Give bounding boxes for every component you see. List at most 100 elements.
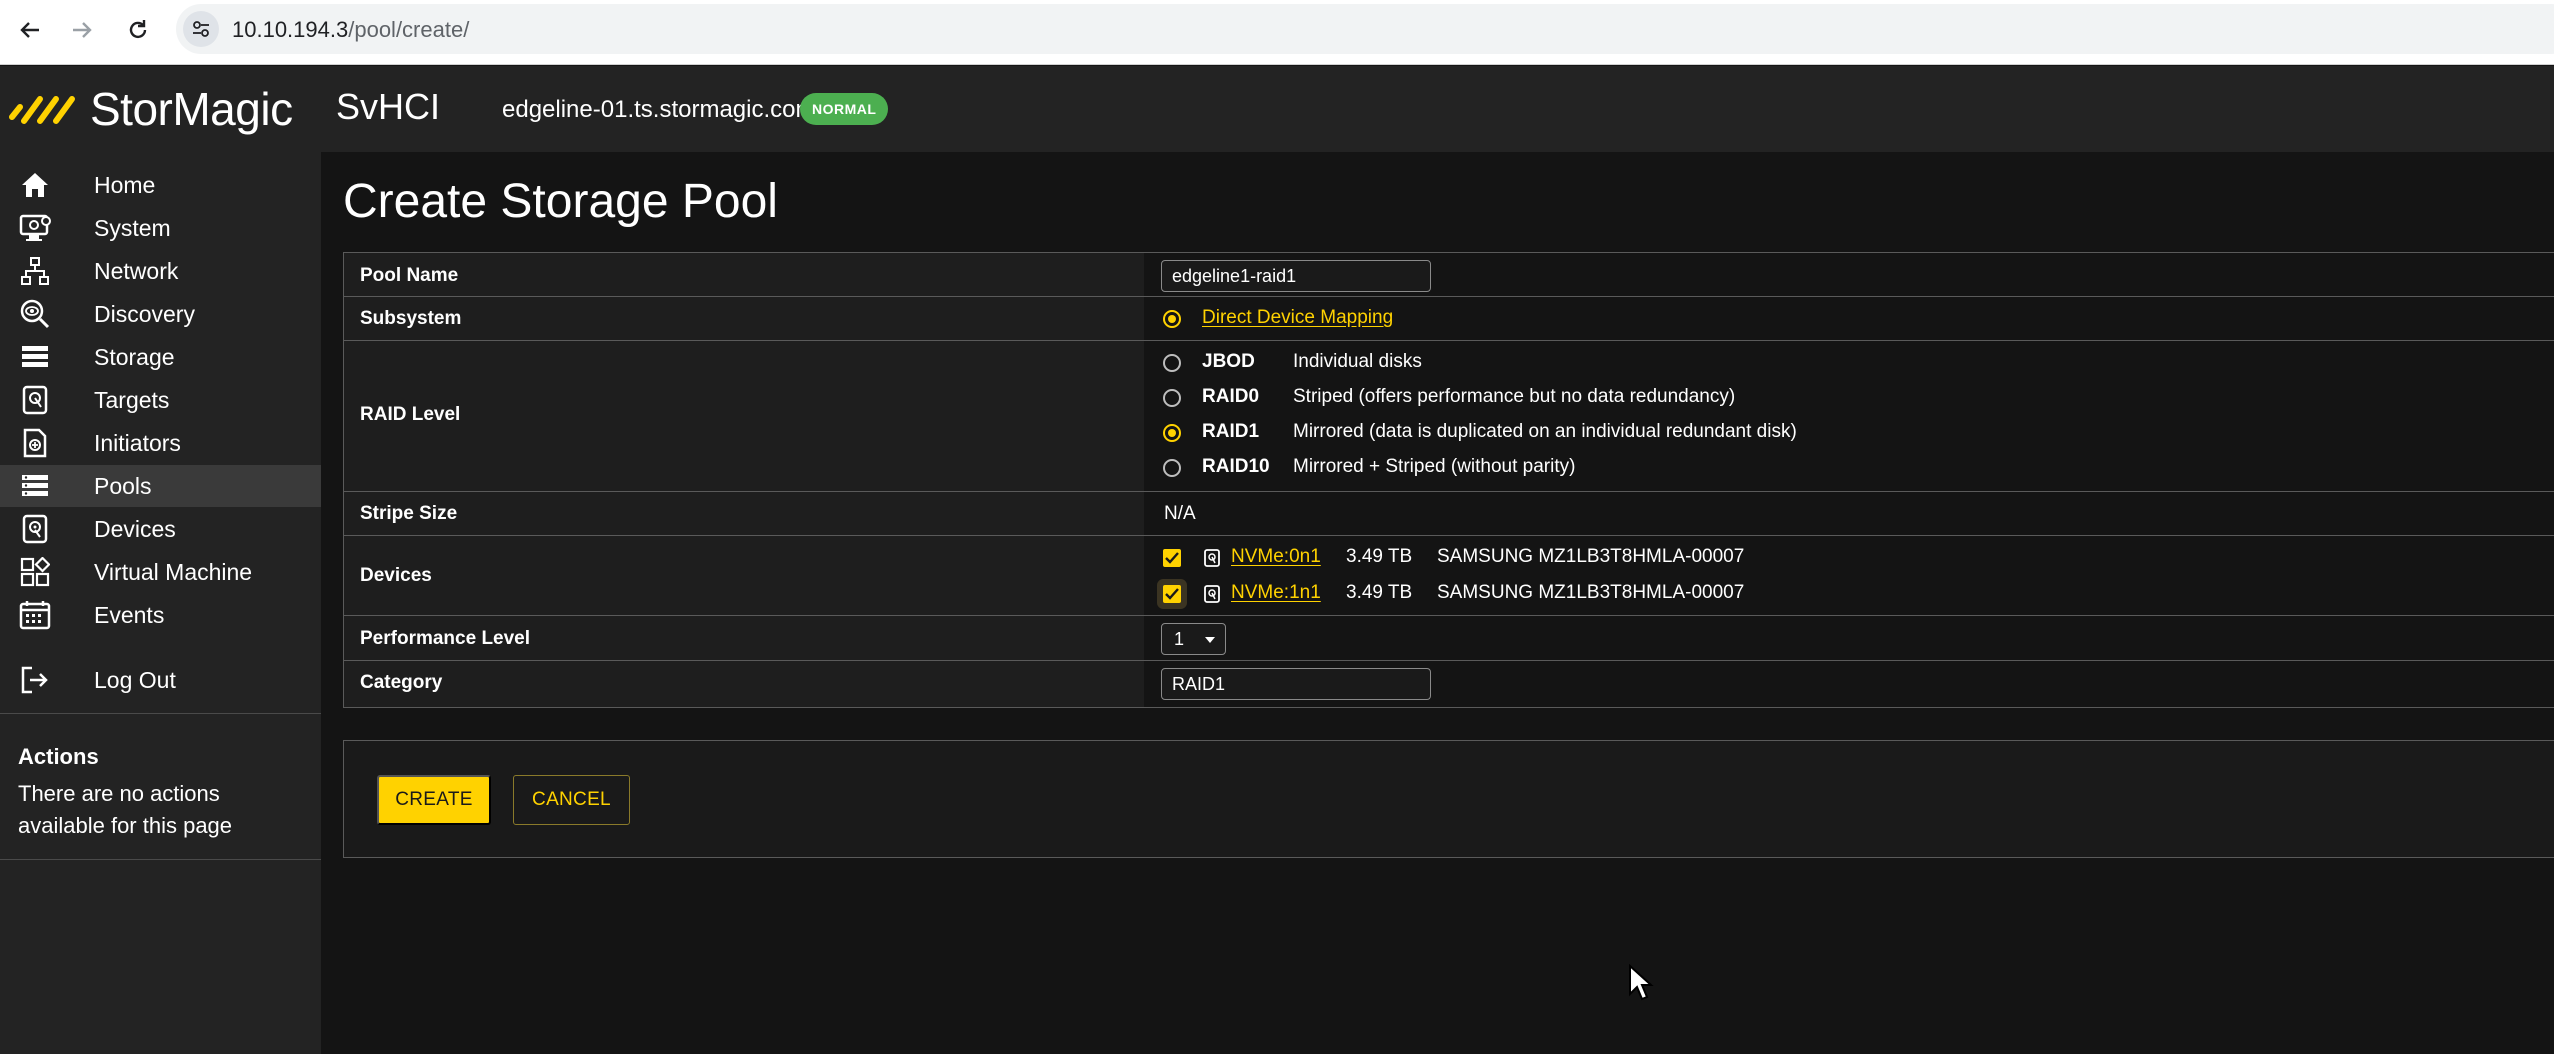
chevron-down-icon: [1205, 637, 1215, 643]
raid-radio-jbod[interactable]: [1163, 354, 1181, 372]
stripe-size-label: Stripe Size: [360, 503, 458, 524]
performance-level-select[interactable]: 1: [1161, 623, 1226, 655]
cancel-button[interactable]: CANCEL: [513, 775, 630, 825]
devices-label: Devices: [360, 565, 432, 586]
home-icon: [18, 168, 52, 202]
initiators-icon: [18, 426, 52, 460]
sidebar-item-label: Virtual Machine: [94, 558, 253, 585]
sidebar-item-virtual-machine[interactable]: Virtual Machine: [0, 551, 321, 593]
disk-icon: [1204, 549, 1220, 567]
sidebar-item-label: Devices: [94, 515, 176, 542]
sidebar-item-label: Pools: [94, 472, 152, 499]
pool-name-label: Pool Name: [360, 265, 459, 286]
sidebar-divider: [0, 859, 321, 860]
raid-level-label: RAID Level: [360, 404, 461, 425]
system-icon: [18, 211, 52, 245]
reload-icon: [129, 20, 147, 39]
label-cell: [344, 253, 1144, 296]
performance-label: Performance Level: [360, 628, 531, 649]
device-link-1[interactable]: NVMe:1n1: [1231, 582, 1321, 604]
sidebar-item-home[interactable]: Home: [0, 164, 321, 206]
sidebar-item-label: Network: [94, 257, 179, 284]
subsystem-option-link[interactable]: Direct Device Mapping: [1202, 307, 1393, 329]
raid-radio-raid10[interactable]: [1163, 459, 1181, 477]
pool-name-input[interactable]: [1161, 260, 1431, 292]
pools-icon: [18, 469, 52, 503]
raid-code-raid0: RAID0: [1202, 386, 1260, 407]
network-icon: [18, 254, 52, 288]
sidebar-item-storage[interactable]: Storage: [0, 336, 321, 378]
value-cell: [1144, 492, 2554, 535]
app-header: StorMagic SvHCI edgeline-01.ts.stormagic…: [0, 66, 2554, 152]
logo-mark-icon: [9, 96, 75, 124]
check-icon: [1165, 588, 1179, 600]
stormagic-logo[interactable]: StorMagic: [8, 83, 293, 135]
sidebar: Home System Network Discovery Storage Ta…: [0, 152, 321, 1054]
raid-desc-jbod: Individual disks: [1293, 351, 1422, 372]
virtual-machine-icon: [18, 555, 52, 589]
logout-label: Log Out: [94, 666, 176, 693]
raid-desc-raid1: Mirrored (data is duplicated on an indiv…: [1293, 421, 1797, 442]
subsystem-row: Subsystem: [344, 297, 2554, 341]
logout-icon: [18, 663, 52, 697]
discovery-icon: [18, 297, 52, 331]
sidebar-item-network[interactable]: Network: [0, 250, 321, 292]
value-cell: [1144, 616, 2554, 660]
device-size-0: 3.49 TB: [1346, 546, 1413, 567]
mouse-cursor-icon: [1629, 964, 1654, 1001]
sidebar-item-label: Initiators: [94, 429, 181, 456]
device-checkbox-1[interactable]: [1163, 585, 1181, 603]
site-settings-icon[interactable]: [183, 11, 219, 47]
subsystem-label: Subsystem: [360, 308, 462, 329]
device-model-1: SAMSUNG MZ1LB3T8HMLA-00007: [1437, 582, 1745, 603]
raid-radio-raid0[interactable]: [1163, 389, 1181, 407]
disk-icon: [1204, 585, 1220, 603]
reload-button[interactable]: [120, 12, 156, 48]
sidebar-item-devices[interactable]: Devices: [0, 508, 321, 550]
page-title: Create Storage Pool: [343, 175, 778, 228]
sidebar-item-initiators[interactable]: Initiators: [0, 422, 321, 464]
address-bar[interactable]: 10.10.194.3/pool/create/: [176, 4, 2554, 54]
raid-code-raid10: RAID10: [1202, 456, 1270, 477]
sidebar-item-label: Events: [94, 601, 165, 628]
form-actions-panel: CREATE CANCEL: [343, 740, 2554, 858]
device-model-0: SAMSUNG MZ1LB3T8HMLA-00007: [1437, 546, 1745, 567]
sidebar-item-targets[interactable]: Targets: [0, 379, 321, 421]
check-icon: [1165, 552, 1179, 564]
sidebar-item-events[interactable]: Events: [0, 594, 321, 636]
label-cell: [344, 492, 1144, 535]
sidebar-item-label: Storage: [94, 343, 175, 370]
label-cell: [344, 297, 1144, 340]
back-arrow-icon: [20, 22, 39, 38]
sidebar-item-label: Discovery: [94, 300, 195, 327]
forward-button[interactable]: [64, 12, 100, 48]
sidebar-item-system[interactable]: System: [0, 207, 321, 249]
url-text: 10.10.194.3/pool/create/: [232, 17, 470, 42]
create-button[interactable]: CREATE: [377, 775, 491, 825]
sidebar-item-pools[interactable]: Pools: [0, 465, 321, 507]
forward-arrow-icon: [73, 22, 92, 38]
raid-code-raid1: RAID1: [1202, 421, 1260, 442]
sidebar-item-discovery[interactable]: Discovery: [0, 293, 321, 335]
pool-name-row: Pool Name: [344, 253, 2554, 297]
targets-icon: [18, 383, 52, 417]
back-button[interactable]: [12, 12, 48, 48]
category-input[interactable]: [1161, 668, 1431, 700]
raid-radio-raid1[interactable]: [1163, 424, 1181, 442]
raid-desc-raid10: Mirrored + Striped (without parity): [1293, 456, 1576, 477]
label-cell: [344, 661, 1144, 707]
sidebar-divider: [0, 713, 321, 714]
raid-code-jbod: JBOD: [1202, 351, 1255, 372]
subsystem-radio[interactable]: [1163, 310, 1181, 328]
device-size-1: 3.49 TB: [1346, 582, 1413, 603]
device-link-0[interactable]: NVMe:0n1: [1231, 546, 1321, 568]
sidebar-item-logout[interactable]: Log Out: [0, 659, 321, 701]
device-checkbox-0[interactable]: [1163, 549, 1181, 567]
sidebar-item-label: Home: [94, 171, 156, 198]
status-badge: NORMAL: [800, 93, 889, 125]
storage-icon: [18, 340, 52, 374]
stripe-size-value: N/A: [1164, 503, 1196, 524]
sidebar-item-label: System: [94, 214, 171, 241]
devices-icon: [18, 512, 52, 546]
create-pool-form: Pool Name Subsystem RAID Level Stripe Si…: [343, 252, 2554, 708]
